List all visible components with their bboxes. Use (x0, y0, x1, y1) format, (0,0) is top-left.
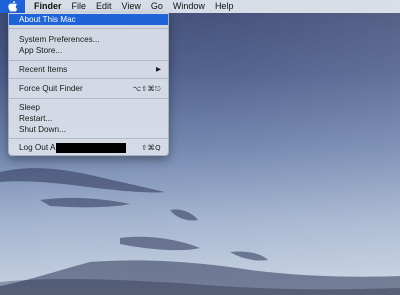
menu-window[interactable]: Window (168, 0, 210, 13)
menu-separator (9, 60, 168, 61)
menu-item-label: About This Mac (19, 15, 76, 24)
menu-separator (9, 138, 168, 139)
menu-item-restart[interactable]: Restart... (9, 113, 168, 124)
menu-item-label: Log Out A (19, 143, 56, 152)
screen: Finder File Edit View Go Window Help Abo… (0, 0, 400, 295)
log-out-label-group: Log Out A (19, 142, 127, 153)
menu-item-sleep[interactable]: Sleep (9, 102, 168, 113)
menu-item-label: Force Quit Finder (19, 84, 83, 93)
menu-view[interactable]: View (117, 0, 146, 13)
menu-file[interactable]: File (67, 0, 92, 13)
menu-item-label: Sleep (19, 103, 40, 112)
menu-item-shut-down[interactable]: Shut Down... (9, 124, 168, 135)
apple-menu-button[interactable] (0, 0, 25, 13)
menu-item-about-this-mac[interactable]: About This Mac (9, 14, 168, 25)
menu-finder[interactable]: Finder (25, 0, 67, 13)
menu-item-label: System Preferences... (19, 35, 100, 44)
menu-item-label: Restart... (19, 114, 53, 123)
menu-edit[interactable]: Edit (91, 0, 117, 13)
menu-go[interactable]: Go (146, 0, 168, 13)
menu-help[interactable]: Help (210, 0, 239, 13)
menu-item-label: Recent Items (19, 65, 68, 74)
menu-item-log-out[interactable]: Log Out A ⇧⌘Q (9, 142, 168, 153)
apple-menu-dropdown: About This Mac System Preferences... App… (8, 13, 169, 156)
menu-separator (9, 78, 168, 79)
submenu-arrow-icon: ▶ (156, 66, 161, 73)
menu-item-recent-items[interactable]: Recent Items ▶ (9, 64, 168, 75)
menu-item-force-quit[interactable]: Force Quit Finder ⌥⇧⌘⎋ (9, 83, 168, 94)
keyboard-shortcut: ⇧⌘Q (141, 143, 161, 152)
menu-item-label: Shut Down... (19, 125, 66, 134)
keyboard-shortcut: ⌥⇧⌘⎋ (132, 84, 161, 93)
menu-item-app-store[interactable]: App Store... (9, 45, 168, 56)
menu-separator (9, 98, 168, 99)
menu-bar: Finder File Edit View Go Window Help (0, 0, 400, 13)
redacted-user-name (56, 142, 127, 153)
menu-item-system-preferences[interactable]: System Preferences... (9, 34, 168, 45)
apple-logo-icon (8, 1, 18, 12)
menu-item-label: App Store... (19, 46, 63, 55)
menu-separator (9, 28, 168, 29)
